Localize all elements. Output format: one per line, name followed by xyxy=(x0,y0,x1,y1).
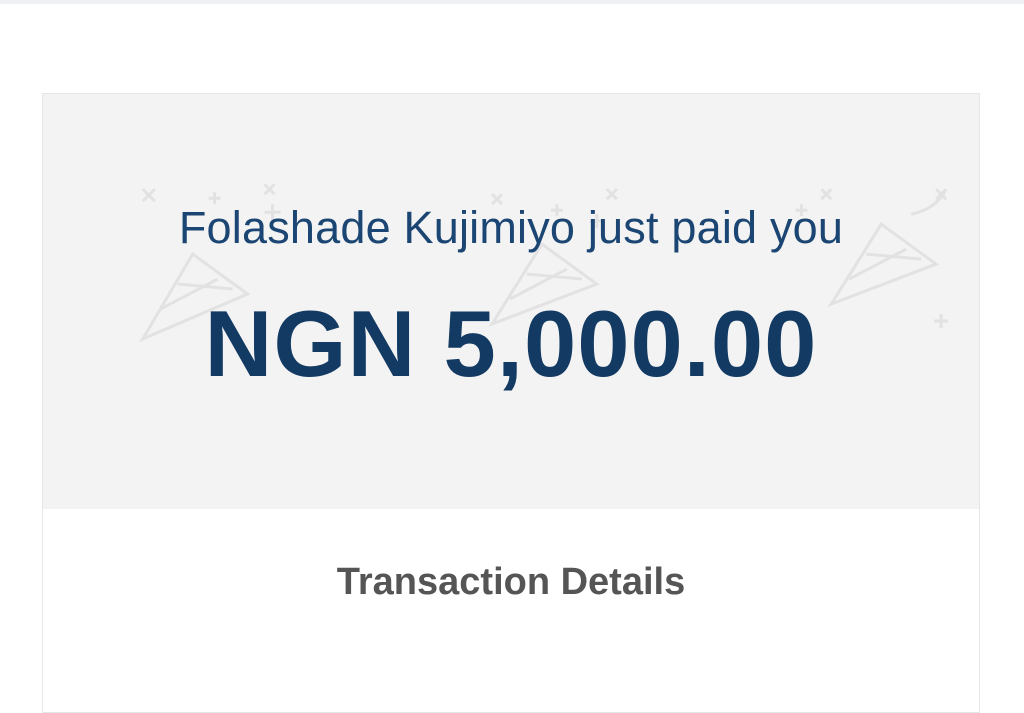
transaction-details-title: Transaction Details xyxy=(336,561,686,603)
payer-message: Folashade Kujimiyo just paid you xyxy=(178,202,844,253)
payment-notification-card: Folashade Kujimiyo just paid you NGN 5,0… xyxy=(42,93,980,713)
payment-amount: NGN 5,000.00 xyxy=(204,291,818,396)
transaction-details-section: Transaction Details xyxy=(43,509,979,709)
top-divider xyxy=(0,0,1024,4)
payment-hero-banner: Folashade Kujimiyo just paid you NGN 5,0… xyxy=(43,94,979,509)
